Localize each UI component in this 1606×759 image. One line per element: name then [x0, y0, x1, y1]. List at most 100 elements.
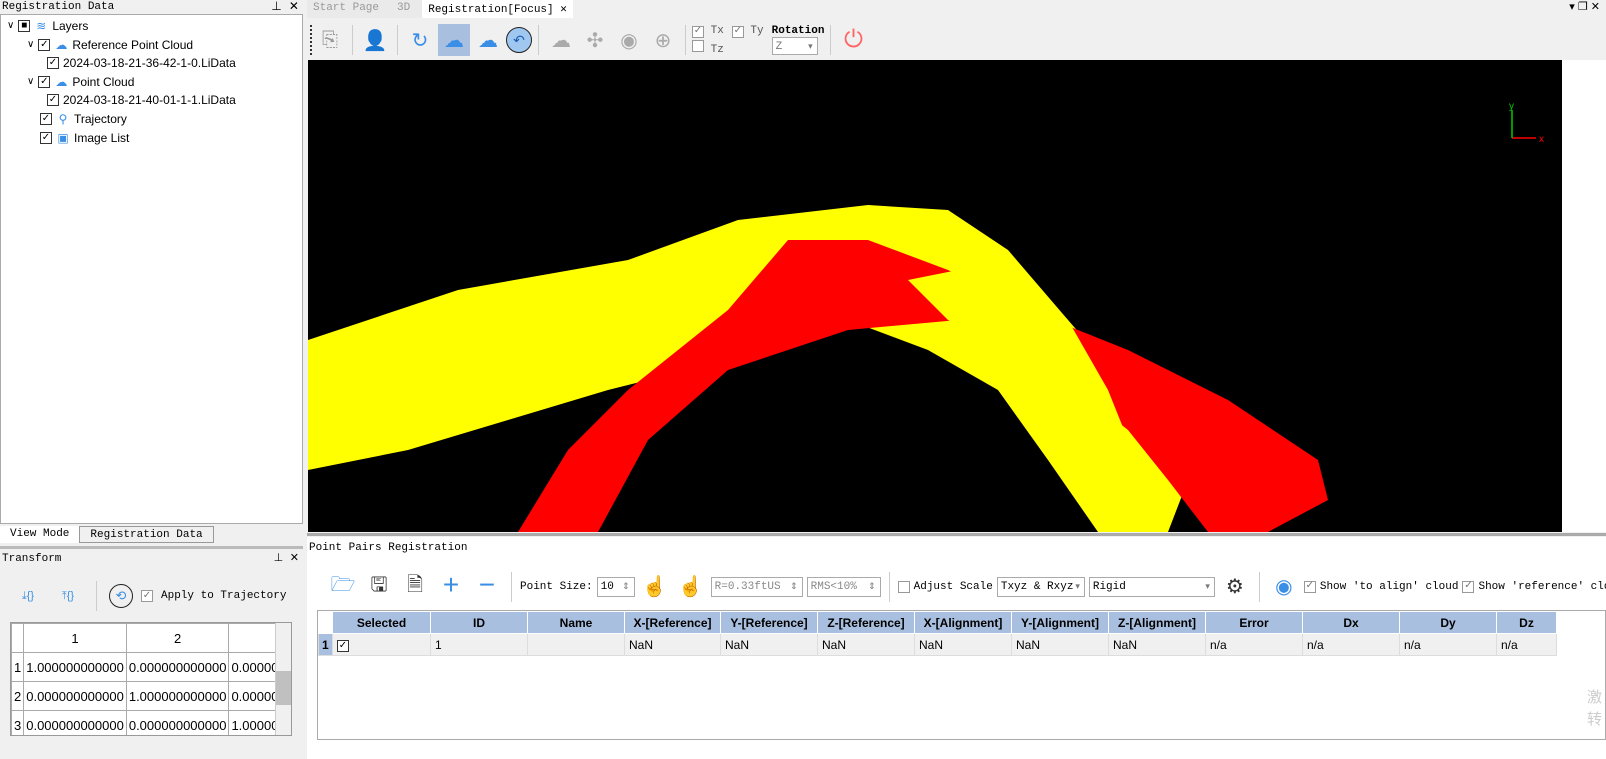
layer-checkbox[interactable]: ✓ [40, 113, 52, 125]
rms-spinbox[interactable]: RMS<10% ⇕ [806, 577, 881, 597]
rotation-select[interactable]: Z ▾ [771, 37, 818, 55]
add-icon[interactable]: + [435, 571, 467, 603]
expand-chevron-icon[interactable]: ∨ [27, 36, 34, 54]
tab-view-mode[interactable]: View Mode [0, 526, 80, 543]
apply-to-trajectory-checkbox[interactable]: ✓ [141, 590, 153, 602]
matrix-cell[interactable]: 0.000000000000 [125, 652, 230, 682]
tree-item[interactable]: ∨ ✓ ☁ Reference Point Cloud [27, 36, 193, 54]
column-header[interactable]: Z-[Alignment] [1108, 611, 1206, 634]
tab-registration[interactable]: Registration[Focus] ✕ [422, 0, 573, 18]
expand-chevron-icon[interactable]: ∨ [7, 17, 14, 35]
image-icon: ▣ [57, 130, 69, 145]
import-matrix-icon[interactable]: ⤓{} [12, 580, 44, 612]
pin-close-icons[interactable]: ⊥ ✕ [271, 0, 299, 14]
table-cell[interactable]: NaN [817, 633, 915, 656]
layer-checkbox[interactable]: ✓ [47, 94, 59, 107]
column-header[interactable]: X-[Alignment] [914, 611, 1012, 634]
point-size-spinbox[interactable]: 10 ⇕ [596, 577, 635, 597]
layer-root-checkbox[interactable]: ■ [18, 20, 31, 32]
adjust-scale-checkbox[interactable] [897, 581, 910, 593]
matrix-cell[interactable]: 0.000000000000 [125, 710, 230, 735]
matrix-scrollbar[interactable] [275, 623, 291, 735]
layer-checkbox[interactable]: ✓ [47, 57, 59, 70]
tree-item[interactable]: ✓ 2024-03-18-21-40-01-1-1.LiData [47, 91, 236, 109]
pick-point-user-icon[interactable]: 👤 [359, 24, 391, 56]
column-header[interactable]: X-[Reference] [624, 611, 721, 634]
matrix-cell[interactable]: 0.000000000000 [23, 710, 127, 735]
column-header[interactable]: Y-[Alignment] [1011, 611, 1109, 634]
column-header[interactable]: Z-[Reference] [817, 611, 915, 634]
table-cell[interactable]: n/a [1496, 633, 1557, 656]
matrix-cell[interactable]: 1.000000000000 [23, 652, 127, 682]
column-header[interactable]: Name [527, 611, 625, 634]
tx-checkbox[interactable]: ✓ [692, 25, 704, 38]
layer-checkbox[interactable]: ✓ [40, 131, 52, 144]
hand-target-icon[interactable]: ☝ [675, 571, 707, 603]
power-icon[interactable]: ⏻ [837, 24, 869, 56]
column-header[interactable]: Selected [332, 611, 431, 634]
table-cell[interactable]: n/a [1205, 633, 1303, 656]
tab-start-page[interactable]: Start Page [307, 0, 386, 18]
table-cell[interactable]: 1 [430, 633, 528, 656]
hand-pick-icon[interactable]: ☝ [639, 571, 671, 603]
point-size-label: Point Size: [520, 581, 593, 593]
tree-item[interactable]: ✓ ▣ Image List [27, 129, 129, 147]
show-reference-checkbox[interactable]: ✓ [1462, 581, 1475, 593]
eye-icon[interactable]: ◉ [613, 24, 645, 56]
table-cell[interactable]: NaN [1011, 633, 1109, 656]
column-header[interactable]: Dx [1302, 611, 1400, 634]
table-cell[interactable]: NaN [624, 633, 721, 656]
matrix-cell[interactable]: 1.000000000000 [125, 681, 230, 711]
ty-checkbox[interactable]: ✓ [731, 25, 744, 38]
clouds-icon[interactable]: ☁ [545, 24, 577, 56]
layer-checkbox[interactable]: ✓ [38, 38, 51, 51]
tree-item-label: Point Cloud [72, 74, 135, 89]
table-cell[interactable]: NaN [914, 633, 1012, 656]
close-tab-icon[interactable]: ✕ [560, 4, 567, 16]
matrix-cell[interactable]: 0.000000000000 [23, 681, 127, 711]
radius-spinbox[interactable]: R=0.33ftUS ⇕ [710, 577, 803, 597]
table-cell[interactable]: NaN [720, 633, 818, 656]
model-select[interactable]: Rigid ▾ [1088, 577, 1215, 597]
expand-chevron-icon[interactable]: ∨ [27, 73, 34, 91]
tree-item[interactable]: ∨ ✓ ☁ Point Cloud [27, 73, 134, 91]
point-pair-icon[interactable]: ✣ [579, 24, 611, 56]
focus-eye-icon[interactable]: ◉ [1268, 571, 1300, 603]
selected-cell[interactable]: ✓ [332, 633, 431, 656]
table-cell[interactable] [527, 633, 625, 656]
table-row[interactable]: 1 ✓ 1 NaN NaN NaN NaN NaN NaN n/a n/a n/a n/a [318, 633, 1557, 656]
column-header[interactable]: Dz [1496, 611, 1557, 634]
tree-item[interactable]: ✓ 2024-03-18-21-36-42-1-0.LiData [47, 54, 236, 72]
column-header[interactable]: Error [1205, 611, 1303, 634]
tab-registration-data[interactable]: Registration Data [79, 526, 214, 543]
dof-select[interactable]: Txyz & Rxyz ▾ [996, 577, 1085, 597]
rotate-icon[interactable]: ↻ [404, 24, 436, 56]
cloud-icon[interactable]: ☁ [472, 24, 504, 56]
save-icon[interactable]: 🖫 [363, 571, 395, 603]
document-icon[interactable]: 🗎 [399, 571, 431, 603]
undo-icon[interactable]: ↶ [506, 27, 532, 53]
settings-gear-icon[interactable]: ⚙ [1219, 571, 1251, 603]
layer-checkbox[interactable]: ✓ [38, 75, 51, 88]
align-clouds-icon[interactable]: ☁ [438, 24, 470, 56]
tab-3d[interactable]: 3D [385, 0, 423, 18]
import-icon[interactable]: ⎘ [314, 24, 346, 56]
target-icon[interactable]: ⊕ [647, 24, 679, 56]
export-matrix-icon[interactable]: ⤒{} [52, 580, 84, 612]
tree-item[interactable]: ✓ ⚲ Trajectory [27, 110, 127, 128]
watermark: 激 转 [1586, 689, 1602, 728]
open-folder-icon[interactable]: 🗁 [327, 571, 359, 603]
tz-checkbox[interactable] [692, 39, 704, 52]
column-header[interactable]: ID [430, 611, 528, 634]
window-controls[interactable]: ▾ ❐ ✕ [1569, 0, 1606, 18]
column-header[interactable]: Dy [1399, 611, 1497, 634]
table-cell[interactable]: n/a [1399, 633, 1497, 656]
tree-item[interactable]: ∨ ■ ≋ Layers [7, 17, 88, 35]
table-cell[interactable]: n/a [1302, 633, 1400, 656]
table-cell[interactable]: NaN [1108, 633, 1206, 656]
reset-transform-icon[interactable]: ⟲ [109, 584, 133, 608]
column-header[interactable]: Y-[Reference] [720, 611, 818, 634]
show-align-checkbox[interactable]: ✓ [1303, 581, 1316, 593]
remove-icon[interactable]: − [471, 571, 503, 603]
3d-viewport[interactable]: x y [308, 60, 1562, 532]
